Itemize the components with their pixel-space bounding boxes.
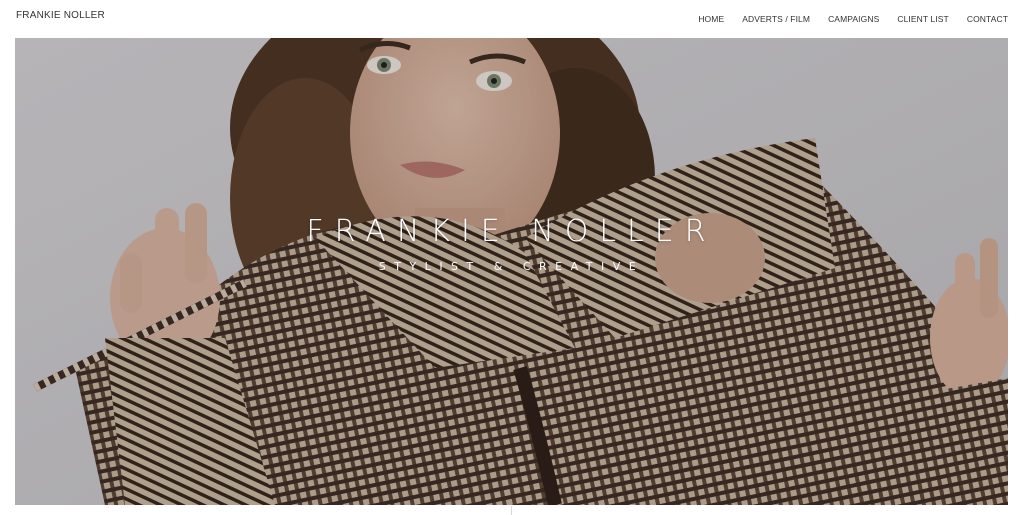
hero-title: FRANKIE NOLLER (306, 214, 717, 249)
nav-contact[interactable]: CONTACT (967, 14, 1008, 24)
nav-client-list[interactable]: CLIENT LIST (897, 14, 949, 24)
site-logo[interactable]: FRANKIE NOLLER (16, 10, 105, 21)
nav-adverts-film[interactable]: ADVERTS / FILM (742, 14, 810, 24)
hero-subtitle: STYLIST & CREATIVE (378, 260, 645, 273)
main-nav: HOME ADVERTS / FILM CAMPAIGNS CLIENT LIS… (680, 14, 1008, 24)
nav-campaigns[interactable]: CAMPAIGNS (828, 14, 879, 24)
scroll-indicator (511, 506, 512, 515)
bottom-strip (0, 505, 1024, 515)
nav-home[interactable]: HOME (698, 14, 724, 24)
hero-banner: FRANKIE NOLLER STYLIST & CREATIVE (15, 38, 1008, 505)
site-header: FRANKIE NOLLER HOME ADVERTS / FILM CAMPA… (0, 0, 1024, 38)
